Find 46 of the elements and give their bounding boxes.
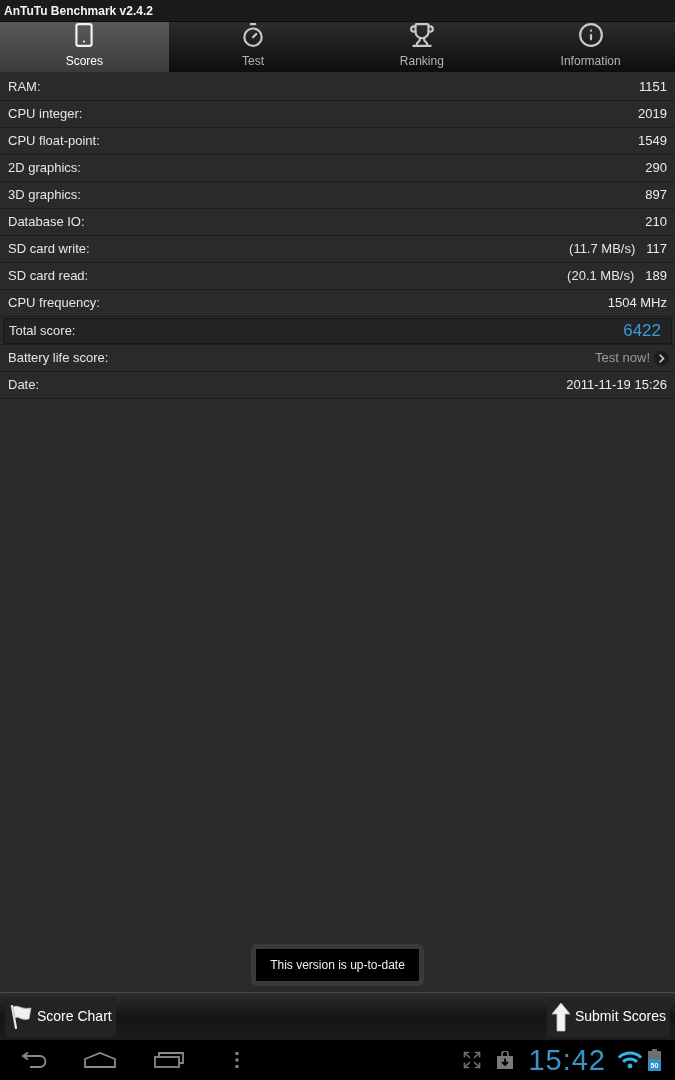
speed-reading: (11.7 MB/s) <box>569 240 636 259</box>
tab[interactable]: Test <box>168 22 338 72</box>
total-score-value: 6422 <box>623 319 661 342</box>
row-label: Date: <box>8 376 40 395</box>
row-value: 210 <box>645 213 667 232</box>
row-label: 2D graphics: <box>8 159 81 178</box>
home-icon[interactable] <box>84 1052 116 1068</box>
window-title: AnTuTu Benchmark v2.4.2 <box>4 2 153 20</box>
expand-icon[interactable] <box>462 1050 483 1070</box>
speed-reading: (20.1 MB/s) <box>567 267 635 286</box>
row-value: 1549 <box>638 132 667 151</box>
row-value: 2011-11-19 15:26 <box>566 376 667 395</box>
row-label: SD card write: <box>8 240 90 259</box>
row-label: Battery life score: <box>8 349 109 368</box>
flag-icon <box>9 1003 33 1030</box>
menu-icon[interactable] <box>235 1052 239 1068</box>
row-label: Total score: <box>9 321 76 340</box>
battery-icon <box>648 1049 661 1071</box>
toast-message: This version is up-to-date <box>251 944 424 986</box>
tab[interactable]: Information <box>506 22 675 72</box>
tab[interactable]: Scores <box>0 22 169 72</box>
row-value: 2019 <box>638 105 667 124</box>
tab[interactable]: Ranking <box>337 22 507 72</box>
test-now-link[interactable]: Test now! <box>595 348 669 368</box>
row-label: Database IO: <box>8 213 85 232</box>
recent-apps-icon[interactable] <box>154 1052 184 1068</box>
row-label: CPU integer: <box>8 105 83 124</box>
row-value: 117 <box>646 240 667 259</box>
row-label: 3D graphics: <box>8 186 81 205</box>
row-value: 290 <box>645 159 667 178</box>
row-value: 1151 <box>639 78 667 97</box>
trophy-icon <box>408 22 435 48</box>
row-value: 897 <box>645 186 667 205</box>
clock-time: 15:42 <box>528 1045 606 1075</box>
download-bag-icon[interactable] <box>496 1051 515 1069</box>
row-label: CPU float-point: <box>8 132 100 151</box>
chevron-right-icon <box>654 350 669 366</box>
up-arrow-icon <box>550 1001 571 1032</box>
bottom-bar-button[interactable]: Submit Scores <box>546 996 670 1037</box>
bottom-bar-button[interactable]: Score Chart <box>5 996 116 1037</box>
row-value: 189 <box>645 267 667 286</box>
row-label: RAM: <box>8 78 41 97</box>
info-icon <box>577 22 604 48</box>
row-label: CPU frequency: <box>8 294 100 313</box>
row-value: 1504 MHz <box>607 294 667 313</box>
row-label: SD card read: <box>8 267 89 286</box>
